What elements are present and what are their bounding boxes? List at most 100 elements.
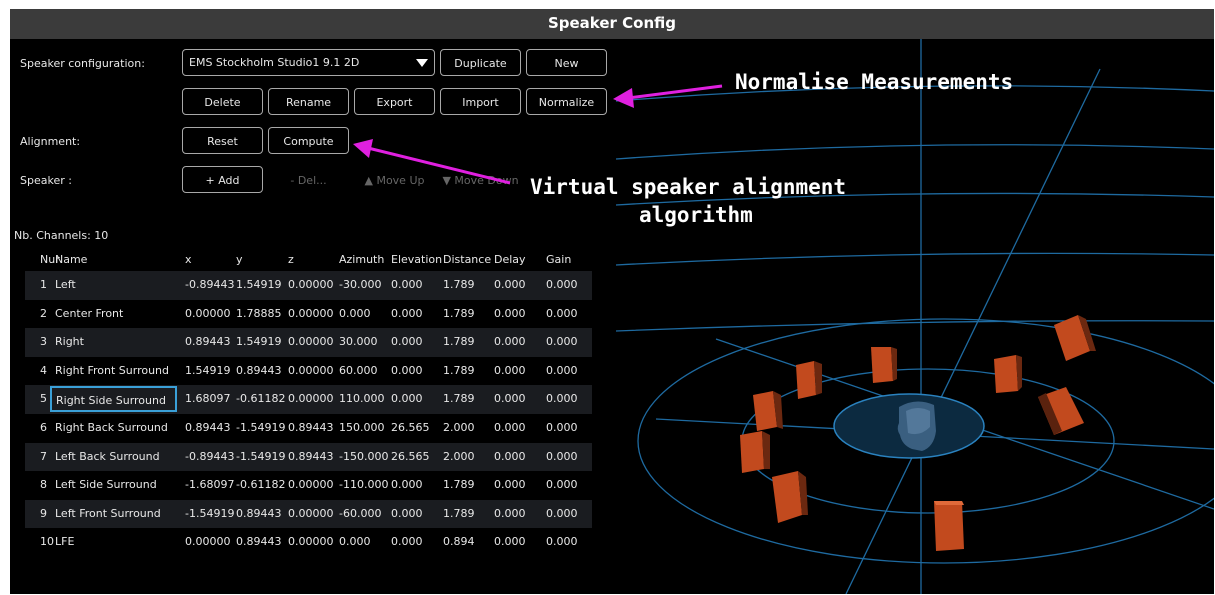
- table-cell[interactable]: 0.00000: [288, 271, 334, 299]
- table-cell[interactable]: 0.000: [494, 471, 526, 499]
- table-cell[interactable]: 2.000: [443, 443, 475, 471]
- table-cell[interactable]: 0.000: [339, 300, 371, 328]
- table-cell[interactable]: -1.68097: [185, 471, 234, 499]
- table-cell[interactable]: 0.89443: [236, 357, 282, 385]
- table-cell[interactable]: 0.000: [391, 471, 423, 499]
- table-cell[interactable]: -1.54919: [236, 414, 285, 442]
- column-header[interactable]: Azimuth: [339, 249, 384, 271]
- table-cell[interactable]: 0.89443: [288, 443, 334, 471]
- table-cell[interactable]: -1.54919: [185, 500, 234, 528]
- table-cell[interactable]: 0.000: [494, 328, 526, 356]
- table-cell[interactable]: 110.000: [339, 385, 385, 413]
- table-cell[interactable]: 2: [40, 300, 47, 328]
- table-cell[interactable]: 1.789: [443, 385, 475, 413]
- table-cell[interactable]: -150.000: [339, 443, 388, 471]
- table-cell[interactable]: 1.54919: [236, 328, 282, 356]
- table-cell[interactable]: 0.00000: [288, 500, 334, 528]
- selected-name-cell[interactable]: Right Side Surround: [50, 386, 177, 413]
- table-row[interactable]: 9 Left Front Surround -1.54919 0.89443 0.000…: [25, 499, 592, 529]
- table-cell[interactable]: 1.789: [443, 357, 475, 385]
- table-cell[interactable]: 0.000: [546, 528, 578, 556]
- table-cell[interactable]: 0.00000: [185, 300, 231, 328]
- table-cell[interactable]: 8: [40, 471, 47, 499]
- table-cell[interactable]: 9: [40, 500, 47, 528]
- table-cell[interactable]: 0.000: [494, 300, 526, 328]
- table-cell[interactable]: 0.89443: [236, 500, 282, 528]
- duplicate-button[interactable]: Duplicate: [440, 49, 521, 76]
- table-cell[interactable]: 4: [40, 357, 47, 385]
- table-cell[interactable]: 0.89443: [185, 414, 231, 442]
- table-cell[interactable]: 0.000: [546, 414, 578, 442]
- speaker-configuration-select[interactable]: EMS Stockholm Studio1 9.1 2D: [182, 49, 435, 76]
- table-cell[interactable]: 0.000: [494, 357, 526, 385]
- table-cell[interactable]: 0.00000: [288, 471, 334, 499]
- table-cell[interactable]: 0.000: [391, 300, 423, 328]
- move-down-button[interactable]: ▼ Move Down: [440, 166, 521, 193]
- add-speaker-button[interactable]: + Add: [182, 166, 263, 193]
- table-cell[interactable]: 7: [40, 443, 47, 471]
- speaker-name-cell[interactable]: Left Back Surround: [55, 443, 160, 471]
- speaker-name-cell[interactable]: Right Front Surround: [55, 357, 169, 385]
- table-cell[interactable]: 0.000: [391, 271, 423, 299]
- table-cell[interactable]: -0.61182: [236, 385, 285, 413]
- table-cell[interactable]: -60.000: [339, 500, 381, 528]
- table-cell[interactable]: 1.78885: [236, 300, 282, 328]
- table-row[interactable]: 7 Left Back Surround -0.89443 -1.54919 0.894…: [25, 442, 592, 472]
- table-cell[interactable]: 1.789: [443, 300, 475, 328]
- table-cell[interactable]: 2.000: [443, 414, 475, 442]
- table-cell[interactable]: -0.89443: [185, 271, 234, 299]
- import-button[interactable]: Import: [440, 88, 521, 115]
- table-cell[interactable]: 1.789: [443, 500, 475, 528]
- table-cell[interactable]: 0.000: [391, 500, 423, 528]
- table-cell[interactable]: 10: [40, 528, 54, 556]
- table-cell[interactable]: 0.000: [494, 528, 526, 556]
- table-cell[interactable]: 3: [40, 328, 47, 356]
- table-cell[interactable]: 1: [40, 271, 47, 299]
- table-row[interactable]: 10 LFE 0.00000 0.89443 0.00000 0.000 0.000 0.89…: [25, 528, 592, 557]
- column-header[interactable]: y: [236, 249, 243, 271]
- speaker-name-cell[interactable]: Center Front: [55, 300, 123, 328]
- delete-button[interactable]: Delete: [182, 88, 263, 115]
- table-cell[interactable]: 0.000: [494, 500, 526, 528]
- table-cell[interactable]: 0.000: [391, 328, 423, 356]
- table-cell[interactable]: 0.00000: [288, 328, 334, 356]
- table-cell[interactable]: 0.000: [546, 357, 578, 385]
- export-button[interactable]: Export: [354, 88, 435, 115]
- table-cell[interactable]: -30.000: [339, 271, 381, 299]
- table-cell[interactable]: 0.00000: [288, 385, 334, 413]
- table-cell[interactable]: 1.789: [443, 471, 475, 499]
- table-cell[interactable]: 0.000: [546, 500, 578, 528]
- table-cell[interactable]: 0.000: [546, 271, 578, 299]
- column-header[interactable]: x: [185, 249, 192, 271]
- table-row[interactable]: 6 Right Back Surround 0.89443 -1.54919 0.894…: [25, 413, 592, 443]
- column-header[interactable]: Elevation: [391, 249, 442, 271]
- column-header[interactable]: Distance: [443, 249, 491, 271]
- table-cell[interactable]: 0.89443: [236, 528, 282, 556]
- speaker-name-cell[interactable]: Left Side Surround: [55, 471, 157, 499]
- table-cell[interactable]: 0.000: [494, 443, 526, 471]
- table-row[interactable]: 1 Left -0.89443 1.54919 0.00000 -30.000 0.000 1…: [25, 271, 592, 300]
- 3d-scene[interactable]: [615, 39, 1214, 594]
- table-cell[interactable]: -0.89443: [185, 443, 234, 471]
- table-cell[interactable]: 0.000: [339, 528, 371, 556]
- reset-button[interactable]: Reset: [182, 127, 263, 154]
- table-cell[interactable]: 0.000: [391, 385, 423, 413]
- table-cell[interactable]: 0.000: [391, 357, 423, 385]
- table-cell[interactable]: 0.000: [494, 414, 526, 442]
- table-cell[interactable]: 0.894: [443, 528, 475, 556]
- column-header[interactable]: Delay: [494, 249, 526, 271]
- table-cell[interactable]: 30.000: [339, 328, 378, 356]
- caret-down-icon[interactable]: [416, 59, 428, 67]
- table-cell[interactable]: 1.68097: [185, 385, 231, 413]
- table-cell[interactable]: 60.000: [339, 357, 378, 385]
- table-cell[interactable]: 0.00000: [288, 300, 334, 328]
- table-cell[interactable]: 0.000: [391, 528, 423, 556]
- table-cell[interactable]: 0.89443: [288, 414, 334, 442]
- table-cell[interactable]: 0.00000: [288, 357, 334, 385]
- rename-button[interactable]: Rename: [268, 88, 349, 115]
- table-row[interactable]: 4 Right Front Surround 1.54919 0.89443 0.000…: [25, 356, 592, 386]
- table-cell[interactable]: 0.000: [494, 271, 526, 299]
- column-header[interactable]: Name: [55, 249, 87, 271]
- table-row[interactable]: 3 Right 0.89443 1.54919 0.00000 30.000 0.000 1.…: [25, 328, 592, 357]
- normalize-button[interactable]: Normalize: [526, 88, 607, 115]
